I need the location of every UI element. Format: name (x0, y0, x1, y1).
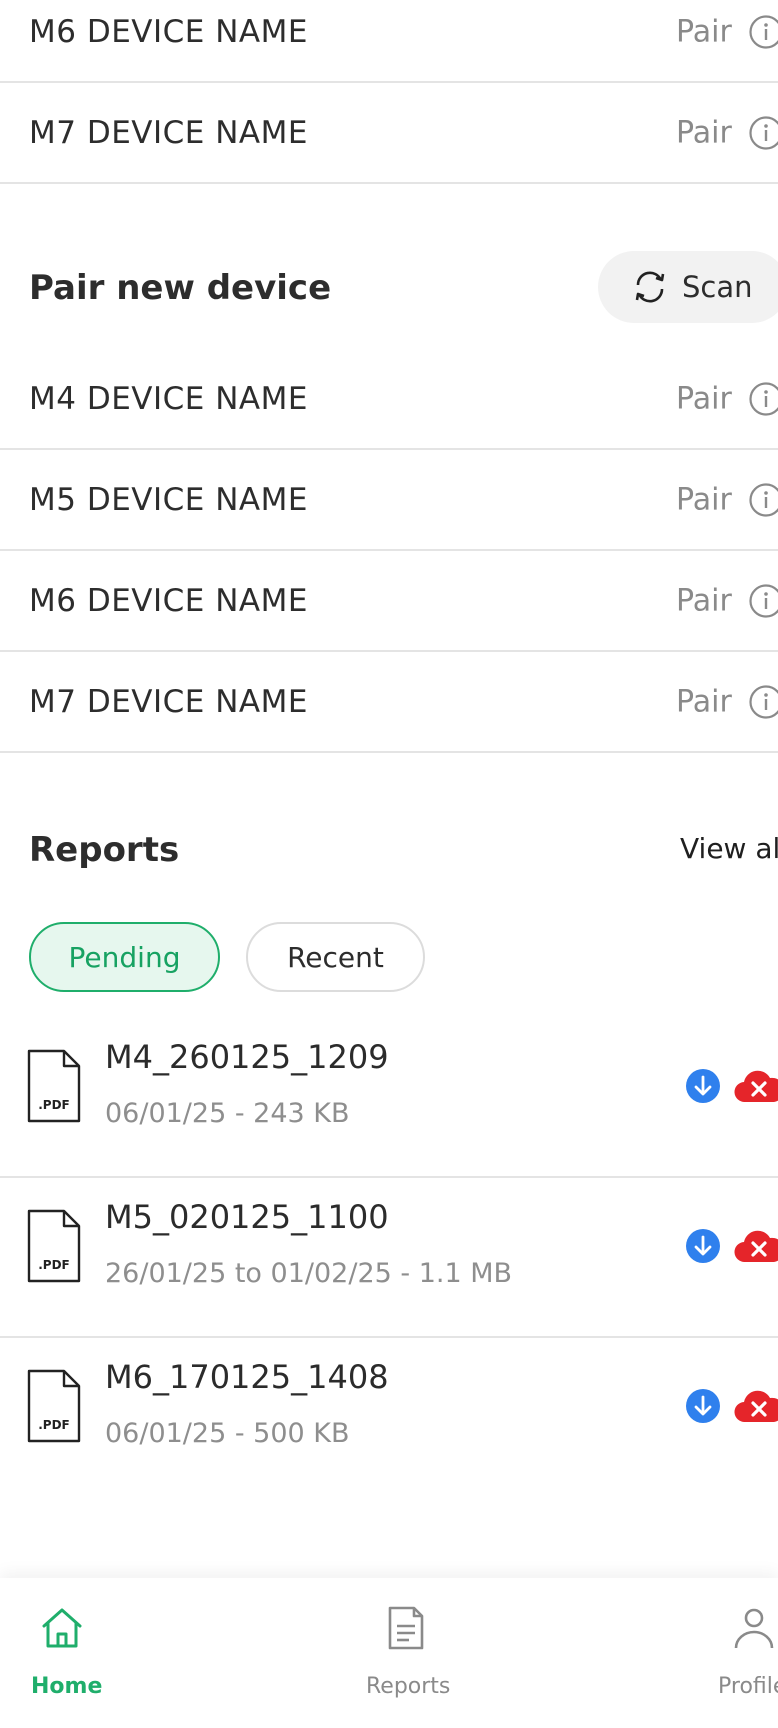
info-icon[interactable] (748, 583, 778, 619)
download-icon[interactable] (685, 1068, 721, 1104)
report-row[interactable]: .PDF M6_170125_1408 06/01/25 - 500 KB (0, 1338, 778, 1498)
device-name: M4 DEVICE NAME (29, 380, 308, 417)
report-row[interactable]: .PDF M5_020125_1100 26/01/25 to 01/02/25… (0, 1178, 778, 1338)
device-row[interactable]: M4 DEVICE NAME Pair (0, 349, 778, 450)
nav-home[interactable]: Home (0, 1578, 160, 1728)
cloud-delete-icon[interactable] (734, 1386, 778, 1426)
device-row[interactable]: M7 DEVICE NAME Pair (0, 83, 778, 184)
report-meta: 26/01/25 to 01/02/25 - 1.1 MB (105, 1258, 513, 1289)
device-name: M5 DEVICE NAME (29, 481, 308, 518)
tab-pending[interactable]: Pending (29, 922, 220, 992)
device-name: M6 DEVICE NAME (29, 13, 308, 50)
nav-label-home: Home (31, 1674, 103, 1699)
person-icon (734, 1608, 774, 1649)
report-name: M6_170125_1408 (105, 1358, 389, 1396)
report-meta: 06/01/25 - 500 KB (105, 1418, 350, 1449)
device-row[interactable]: M5 DEVICE NAME Pair (0, 450, 778, 551)
download-icon[interactable] (685, 1388, 721, 1424)
pair-button[interactable]: Pair (676, 381, 732, 416)
pair-button[interactable]: Pair (676, 14, 732, 49)
reports-heading: Reports (29, 830, 180, 870)
refresh-icon (635, 271, 665, 303)
scan-button[interactable]: Scan (598, 251, 778, 323)
device-row[interactable]: M6 DEVICE NAME Pair (0, 551, 778, 652)
info-icon[interactable] (748, 482, 778, 518)
device-name: M6 DEVICE NAME (29, 582, 308, 619)
nav-profile[interactable]: Profile (704, 1578, 778, 1728)
pair-button[interactable]: Pair (676, 115, 732, 150)
cloud-delete-icon[interactable] (734, 1226, 778, 1266)
report-name: M4_260125_1209 (105, 1038, 389, 1076)
pdf-label: .PDF (38, 1098, 70, 1112)
pdf-file-icon: .PDF (27, 1369, 81, 1443)
pair-button[interactable]: Pair (676, 684, 732, 719)
pair-button[interactable]: Pair (676, 482, 732, 517)
report-meta: 06/01/25 - 243 KB (105, 1098, 350, 1129)
device-and-reports-screen: M6 DEVICE NAME Pair M7 DEVICE NAME Pair … (0, 0, 778, 1728)
download-icon[interactable] (685, 1228, 721, 1264)
report-row[interactable]: .PDF M4_260125_1209 06/01/25 - 243 KB (0, 1018, 778, 1178)
nav-reports[interactable]: Reports (326, 1578, 486, 1728)
info-icon[interactable] (748, 381, 778, 417)
info-icon[interactable] (748, 684, 778, 720)
pdf-label: .PDF (38, 1258, 70, 1272)
info-icon[interactable] (748, 14, 778, 50)
nav-label-reports: Reports (366, 1674, 451, 1699)
cloud-delete-icon[interactable] (734, 1066, 778, 1106)
pair-new-device-heading: Pair new device (29, 268, 332, 308)
pair-button[interactable]: Pair (676, 583, 732, 618)
info-icon[interactable] (748, 115, 778, 151)
pdf-label: .PDF (38, 1418, 70, 1432)
nav-label-profile: Profile (718, 1674, 778, 1699)
report-name: M5_020125_1100 (105, 1198, 389, 1236)
scan-label: Scan (682, 270, 753, 304)
device-name: M7 DEVICE NAME (29, 683, 308, 720)
document-icon (388, 1606, 424, 1650)
pdf-file-icon: .PDF (27, 1209, 81, 1283)
device-row[interactable]: M6 DEVICE NAME Pair (0, 0, 778, 83)
bottom-navigation: Home Reports Profile (0, 1578, 778, 1728)
device-name: M7 DEVICE NAME (29, 114, 308, 151)
home-icon (42, 1608, 82, 1648)
pdf-file-icon: .PDF (27, 1049, 81, 1123)
tab-recent[interactable]: Recent (246, 922, 425, 992)
view-all-link[interactable]: View all (680, 832, 778, 865)
device-row[interactable]: M7 DEVICE NAME Pair (0, 652, 778, 753)
